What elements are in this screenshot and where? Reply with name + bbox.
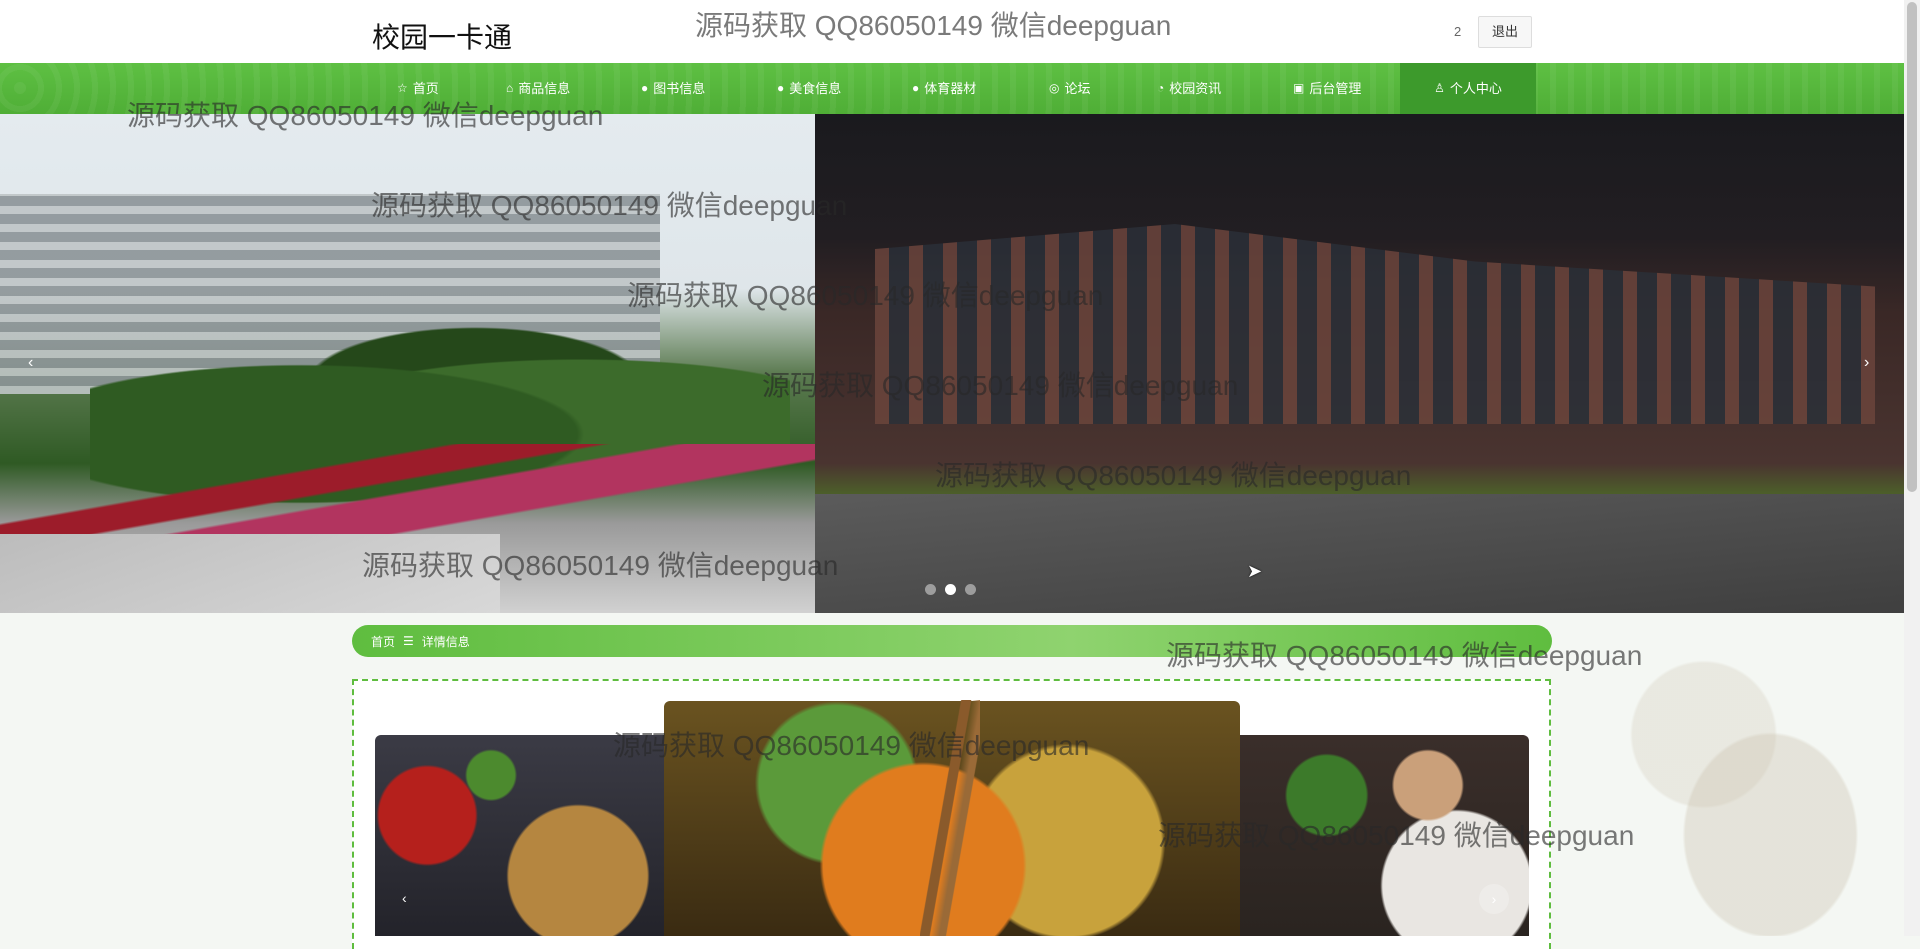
breadcrumb-current: 详情信息 bbox=[421, 634, 470, 649]
top-header: 校园一卡通 2 退出 bbox=[0, 0, 1920, 63]
nav-item-profile[interactable]: ♙ 个人中心 bbox=[1400, 63, 1536, 114]
star-icon: ☆ bbox=[397, 81, 408, 95]
food-image-left[interactable] bbox=[375, 735, 665, 936]
nav-item-label: 后台管理 bbox=[1309, 81, 1362, 96]
question-icon: ● bbox=[641, 81, 649, 95]
nav-item-label: 校园资讯 bbox=[1169, 81, 1222, 96]
gear-icon: ◎ bbox=[1049, 81, 1060, 95]
road-shape bbox=[815, 494, 1904, 613]
floral-decoration bbox=[1570, 600, 1904, 936]
banner-dot[interactable] bbox=[925, 584, 936, 595]
banner-dots bbox=[925, 584, 976, 595]
nav-item-goods[interactable]: ⌂ 商品信息 bbox=[494, 63, 582, 114]
breadcrumb: 首页 ☰ 详情信息 bbox=[352, 625, 1552, 657]
bag-icon: ⌂ bbox=[506, 81, 514, 95]
user-icon: ♙ bbox=[1434, 81, 1445, 95]
nav-item-news[interactable]: ◔ 校园资讯 bbox=[1145, 63, 1233, 114]
building-icon: ▣ bbox=[1293, 81, 1305, 95]
campus-night-image bbox=[815, 114, 1904, 613]
main-nav: ☆ 首页 ⌂ 商品信息 ● 图书信息 ● 美食信息 ● 体育器材 ◎ 论坛 ◔ … bbox=[0, 63, 1904, 114]
banner-next-arrow[interactable]: › bbox=[1864, 354, 1869, 372]
site-title: 校园一卡通 bbox=[372, 22, 513, 53]
nav-item-label: 图书信息 bbox=[653, 81, 706, 96]
nav-item-label: 商品信息 bbox=[518, 81, 571, 96]
nav-item-label: 首页 bbox=[412, 81, 439, 96]
banner-dot-active[interactable] bbox=[945, 584, 956, 595]
nav-item-books[interactable]: ● 图书信息 bbox=[629, 63, 717, 114]
chopsticks-shape bbox=[920, 700, 980, 936]
nav-item-label: 体育器材 bbox=[924, 81, 977, 96]
campus-day-image bbox=[0, 114, 815, 613]
nav-item-home[interactable]: ☆ 首页 bbox=[385, 63, 451, 114]
carousel-next-button[interactable]: › bbox=[1479, 884, 1509, 914]
nav-item-sports[interactable]: ● 体育器材 bbox=[900, 63, 988, 114]
info-icon: ● bbox=[912, 81, 920, 95]
road-shape bbox=[0, 534, 500, 613]
question-icon: ● bbox=[777, 81, 785, 95]
nav-item-food[interactable]: ● 美食信息 bbox=[765, 63, 853, 114]
banner-dot[interactable] bbox=[965, 584, 976, 595]
username-label: 2 bbox=[1454, 24, 1462, 39]
menu-icon: ☰ bbox=[403, 634, 414, 648]
clock-icon: ◔ bbox=[1157, 81, 1165, 95]
logout-button[interactable]: 退出 bbox=[1478, 16, 1532, 48]
carousel-prev-arrow[interactable]: ‹ bbox=[402, 890, 407, 906]
banner-carousel[interactable]: ‹ › bbox=[0, 114, 1904, 613]
breadcrumb-home[interactable]: 首页 bbox=[371, 633, 395, 650]
banner-prev-arrow[interactable]: ‹ bbox=[28, 354, 33, 372]
nav-item-label: 论坛 bbox=[1064, 81, 1091, 96]
nav-item-admin[interactable]: ▣ 后台管理 bbox=[1281, 63, 1373, 114]
building-shape bbox=[875, 224, 1875, 424]
mouse-cursor-icon: ➤ bbox=[1247, 561, 1263, 581]
scrollbar-thumb[interactable] bbox=[1907, 2, 1917, 492]
page-scrollbar[interactable] bbox=[1904, 0, 1920, 936]
nav-item-forum[interactable]: ◎ 论坛 bbox=[1037, 63, 1103, 114]
nav-item-label: 美食信息 bbox=[789, 81, 842, 96]
nav-item-label: 个人中心 bbox=[1449, 81, 1502, 96]
